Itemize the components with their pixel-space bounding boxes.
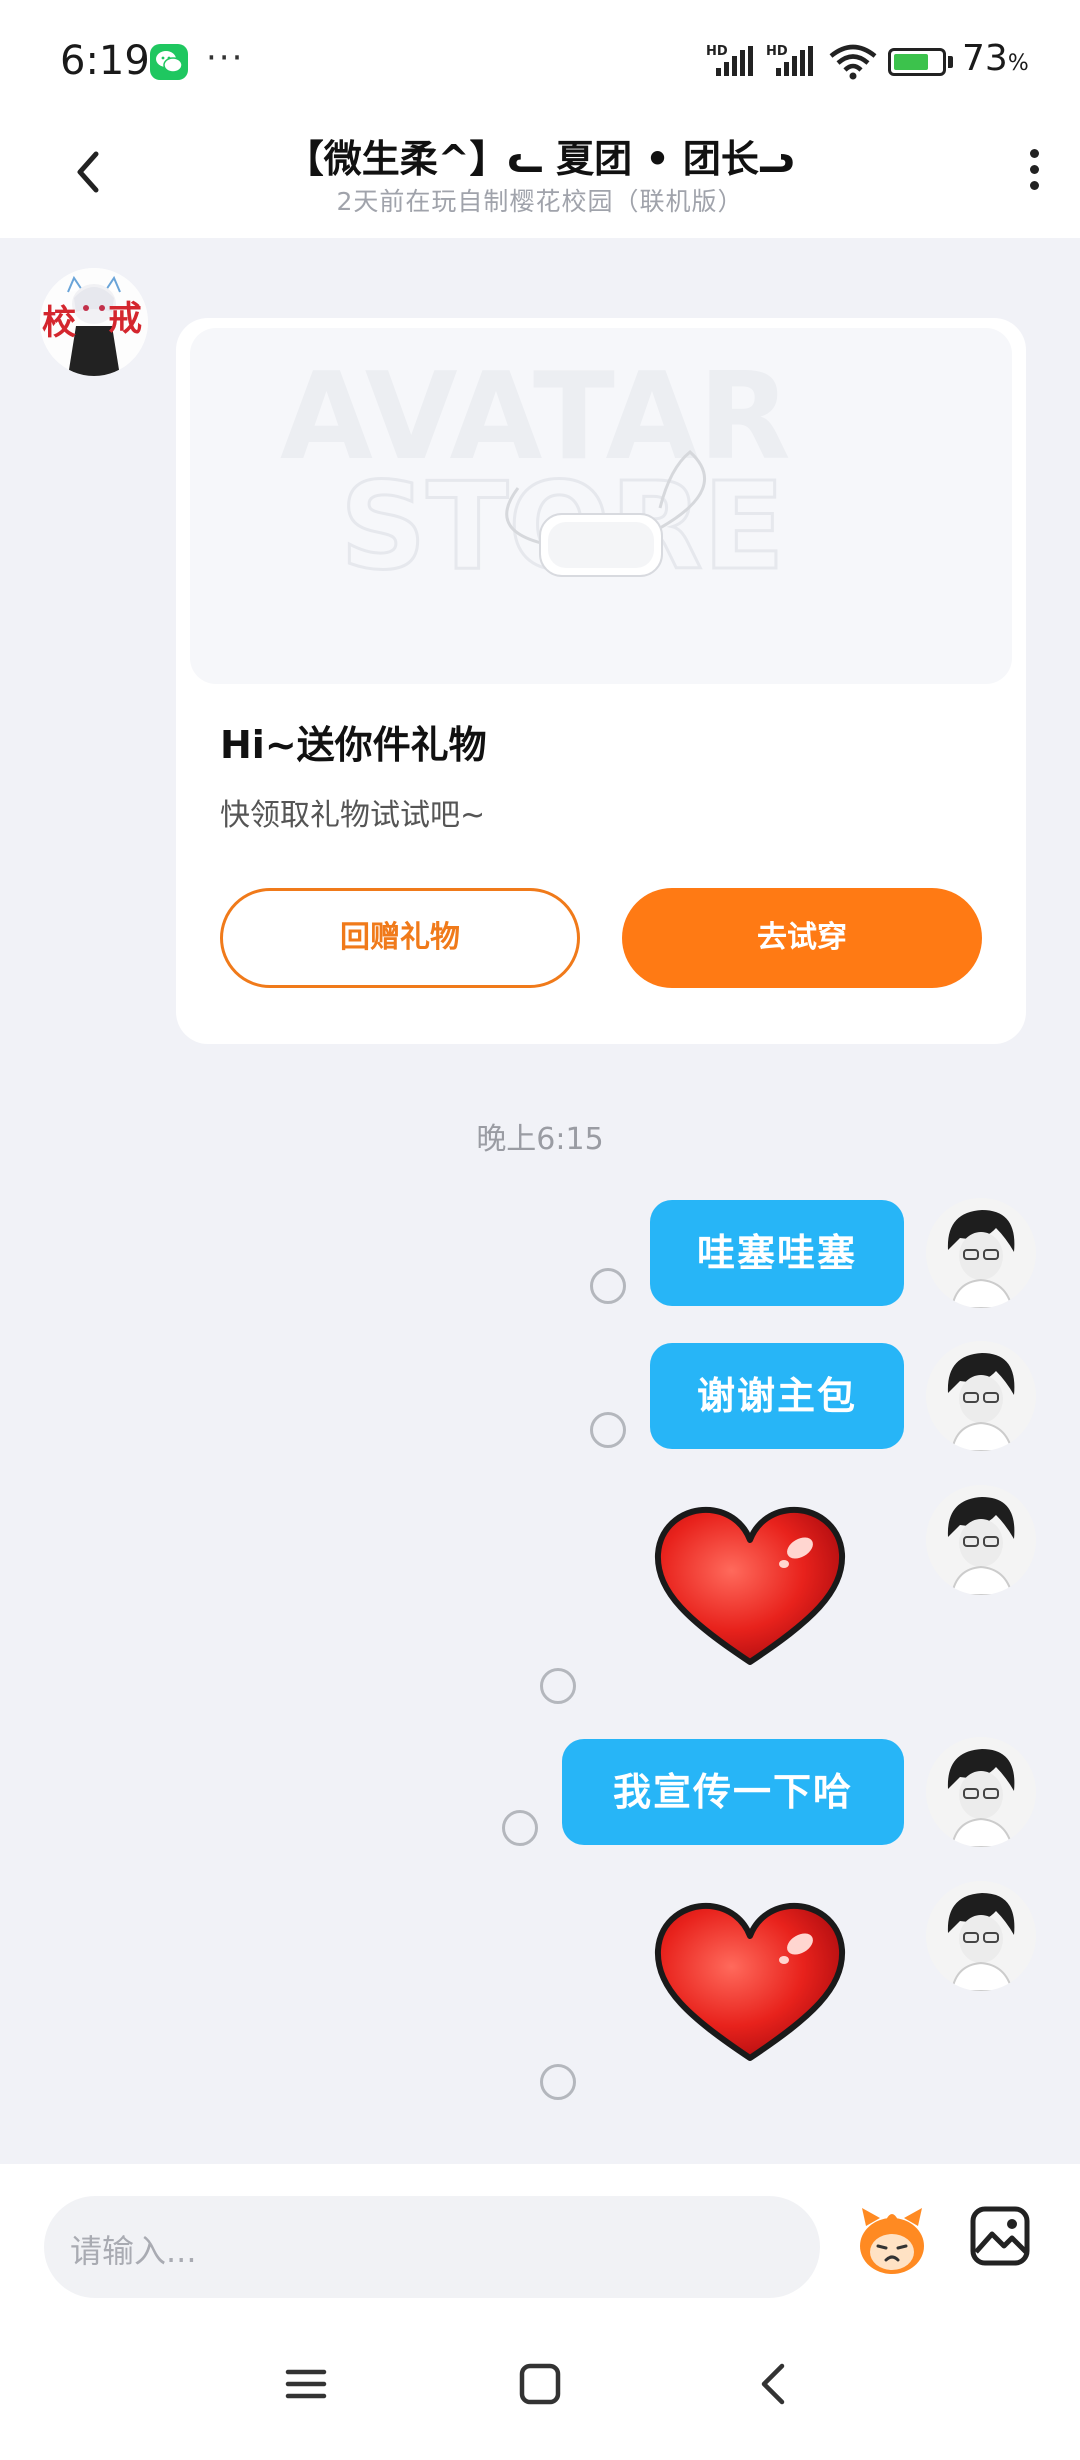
read-status-dot — [590, 1268, 626, 1304]
read-status-dot — [590, 1412, 626, 1448]
heart-sticker-icon[interactable] — [650, 1502, 850, 1672]
message-bubble[interactable]: 谢谢主包 — [650, 1343, 904, 1449]
chevron-left-icon[interactable] — [60, 142, 120, 202]
battery-fill — [894, 54, 928, 70]
home-square-icon[interactable] — [510, 2354, 570, 2414]
menu-icon[interactable] — [276, 2354, 336, 2414]
read-status-dot — [540, 2064, 576, 2100]
my-avatar[interactable] — [926, 1198, 1036, 1308]
message-input[interactable]: 请输入... — [44, 2196, 820, 2298]
my-avatar[interactable] — [926, 1881, 1036, 1991]
gift-image[interactable]: AVATAR STORE — [190, 328, 1012, 684]
my-avatar[interactable] — [926, 1737, 1036, 1847]
read-status-dot — [540, 1668, 576, 1704]
my-avatar[interactable] — [926, 1341, 1036, 1451]
read-status-dot — [502, 1810, 538, 1846]
signal-icon: HD — [706, 44, 758, 80]
battery-percent: 73% — [962, 38, 1029, 79]
input-bar: 请输入... — [0, 2164, 1080, 2308]
emoji-mascot-icon[interactable] — [852, 2200, 932, 2280]
chat-subtitle: 2天前在玩自制樱花校园（联机版） — [336, 187, 744, 216]
my-avatar[interactable] — [926, 1485, 1036, 1595]
image-icon[interactable] — [968, 2204, 1032, 2268]
return-gift-button[interactable]: 回赠礼物 — [220, 888, 580, 988]
battery-unit: % — [1007, 51, 1029, 76]
input-placeholder: 请输入... — [70, 2232, 197, 2270]
more-notifications-icon: ··· — [206, 38, 245, 78]
more-vertical-icon[interactable] — [1014, 142, 1054, 202]
svg-text:戒: 戒 — [108, 299, 142, 339]
system-nav-bar — [0, 2308, 1080, 2460]
try-on-button[interactable]: 去试穿 — [622, 888, 982, 988]
signal-icon-2: HD — [766, 44, 818, 80]
peer-avatar[interactable]: 校 戒 — [40, 268, 148, 376]
battery-tip — [948, 56, 953, 68]
gift-card: AVATAR STORE Hi~送你件礼物 快领取礼物试试吧~ 回赠礼物 去试穿 — [176, 318, 1026, 1044]
status-time: 6:19 — [60, 38, 150, 84]
svg-text:校: 校 — [42, 303, 76, 343]
wifi-icon — [829, 44, 877, 80]
heart-sticker-icon[interactable] — [650, 1898, 850, 2068]
gift-description: 快领取礼物试试吧~ — [220, 798, 486, 833]
chat-header: 【微生柔^】ᓚ 夏团 • 团长ᓗ 2天前在玩自制樱花校园（联机版） — [0, 120, 1080, 238]
battery-icon — [888, 48, 946, 76]
gift-title: Hi~送你件礼物 — [220, 723, 487, 767]
message-bubble[interactable]: 我宣传一下哈 — [562, 1739, 904, 1845]
back-triangle-icon[interactable] — [744, 2354, 804, 2414]
message-bubble[interactable]: 哇塞哇塞 — [650, 1200, 904, 1306]
message-time-label: 晚上6:15 — [476, 1122, 604, 1157]
wechat-icon — [150, 44, 188, 80]
battery-value: 73 — [962, 38, 1008, 79]
chat-title: 【微生柔^】ᓚ 夏团 • 团长ᓗ — [285, 137, 795, 181]
status-bar: 6:19 ··· HD HD 73% — [0, 0, 1080, 120]
